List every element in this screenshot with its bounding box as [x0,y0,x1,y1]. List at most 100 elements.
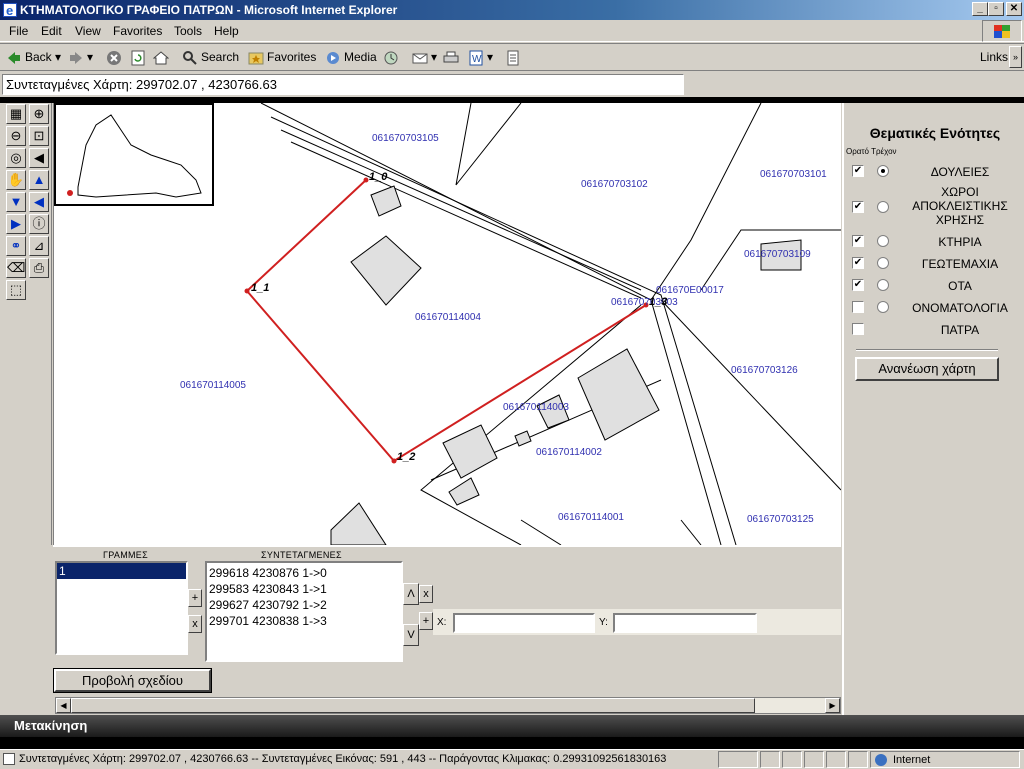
select-area-icon[interactable]: ⬚ [6,280,26,300]
links-button[interactable]: Links [980,48,1008,68]
pan-down-icon[interactable]: ▼ [6,192,26,212]
layer-visible-checkbox[interactable]: ✔ [852,235,864,247]
add-coordinate-button[interactable]: + [419,612,433,630]
coordinate-item[interactable]: 299627 4230792 1->2 [209,597,401,613]
menu-tools[interactable]: Tools [174,24,202,38]
find-binoculars-icon[interactable]: ⚭ [6,236,26,256]
minimize-button[interactable]: _ [972,2,988,16]
maximize-button[interactable]: ▫ [988,2,1004,16]
ie-icon [3,1,17,21]
layer-visible-checkbox[interactable] [852,301,864,313]
print-map-icon[interactable]: ⎙ [29,258,49,278]
layer-current-radio[interactable] [877,201,889,213]
layer-label: ΓΕΩΤΕΜΑΧΙΑ [921,257,999,271]
edit-button[interactable]: W ▾ [468,48,493,68]
map-coordinates-field[interactable]: Συντεταγμένες Χάρτη: 299702.07 , 4230766… [2,74,684,95]
info-icon[interactable]: ⓘ [29,214,49,234]
layer-visible-checkbox[interactable]: ✔ [852,279,864,291]
coordinate-item[interactable]: 299618 4230876 1->0 [209,565,401,581]
parcel-label: 061670703109 [744,249,811,260]
media-button[interactable]: Media [325,48,377,68]
home-button[interactable] [153,48,172,68]
zoom-in-icon[interactable]: ⊕ [29,104,49,124]
status-segment [826,751,846,768]
layer-current-radio[interactable] [877,165,889,177]
scroll-thumb[interactable] [71,698,755,713]
move-up-button[interactable]: Λ [403,583,419,605]
parcel-label: 061670Ε00017 [656,285,724,296]
parcel-label: 061670114002 [536,447,602,458]
stop-button[interactable] [106,48,125,68]
add-line-button[interactable]: + [188,589,202,607]
refresh-icon [131,50,145,66]
forward-button[interactable]: ▾ [68,48,93,68]
parcel-label: 061670114003 [503,402,569,413]
scroll-left-icon[interactable]: ◀ [56,698,71,713]
history-button[interactable] [383,48,402,68]
close-button[interactable]: ✕ [1006,2,1022,16]
measure-icon[interactable]: ⊿ [29,236,49,256]
layer-visible-checkbox[interactable]: ✔ [852,257,864,269]
layer-current-radio[interactable] [877,257,889,269]
refresh-map-button[interactable]: Ανανέωση χάρτη [855,357,999,381]
parcel-label: 061670114004 [415,312,481,323]
layer-visible-checkbox[interactable]: ✔ [852,201,864,213]
map-tools-palette: ▦ ⊕ ⊖ ⊡ ◎ ◀ ✋ ▲ ▼ ◀ ▶ ⓘ ⚭ ⊿ ⌫ ⎙ ⬚ [2,103,52,545]
search-button[interactable]: Search [182,48,239,68]
layer-visible-checkbox[interactable] [852,323,864,335]
layer-current-radio[interactable] [877,235,889,247]
delete-coordinate-button[interactable]: x [419,585,433,603]
links-chevron-icon[interactable]: » [1009,46,1022,68]
remove-line-button[interactable]: x [188,615,202,633]
zoom-window-icon[interactable]: ⊡ [29,126,49,146]
pan-left-icon[interactable]: ◀ [29,192,49,212]
coordinate-item[interactable]: 299701 4230838 1->3 [209,613,401,629]
horizontal-scrollbar[interactable]: ◀ ▶ [55,697,841,714]
x-label: X: [437,617,447,628]
pan-hand-icon[interactable]: ✋ [6,170,26,190]
zoom-select-icon[interactable]: ▦ [6,104,26,124]
eraser-icon[interactable]: ⌫ [6,258,26,278]
scroll-right-icon[interactable]: ▶ [825,698,840,713]
overview-map[interactable] [54,103,214,206]
menu-edit[interactable]: Edit [41,24,62,38]
windows-logo [982,20,1022,42]
forward-arrow-icon [70,51,82,64]
menu-file[interactable]: File [9,24,28,38]
x-input[interactable] [453,613,595,633]
refresh-button[interactable] [130,48,149,68]
menu-help[interactable]: Help [214,24,239,38]
menu-favorites[interactable]: Favorites [113,24,162,38]
back-button[interactable]: Back ▾ [6,48,61,68]
pan-right-icon[interactable]: ▶ [6,214,26,234]
favorites-button[interactable]: Favorites [248,48,316,68]
zoom-full-icon[interactable]: ◎ [6,148,26,168]
zoom-out-icon[interactable]: ⊖ [6,126,26,146]
mail-button[interactable]: ▾ [412,48,437,68]
discuss-button[interactable] [505,48,524,68]
word-edit-icon: W [469,50,483,66]
coordinate-item[interactable]: 299583 4230843 1->1 [209,581,401,597]
print-button[interactable] [443,48,462,68]
panel-title: Θεματικές Ενότητες [869,125,1001,141]
move-down-button[interactable]: V [403,624,419,646]
status-segment [848,751,868,768]
layer-visible-checkbox[interactable]: ✔ [852,165,864,177]
lines-listbox[interactable]: 1 [55,561,188,655]
y-input[interactable] [613,613,757,633]
status-segment [760,751,780,768]
layer-current-radio[interactable] [877,301,889,313]
layer-label: ΔΟΥΛΕΙΕΣ [930,165,990,179]
zone-label: Internet [893,754,931,766]
layer-current-radio[interactable] [877,279,889,291]
previous-extent-icon[interactable]: ◀ [29,148,49,168]
menu-view[interactable]: View [75,24,101,38]
coordinates-listbox[interactable]: 299618 4230876 1->0 299583 4230843 1->1 … [205,561,403,662]
layer-label: ΧΩΡΟΙ ΑΠΟΚΛΕΙΣΤΙΚΗΣ ΧΡΗΣΗΣ [912,185,1008,227]
separator [0,737,1024,749]
media-icon [327,51,339,64]
pan-up-icon[interactable]: ▲ [29,170,49,190]
view-plan-button[interactable]: Προβολή σχεδίου [53,668,212,693]
back-arrow-icon [8,51,20,64]
lines-list-item[interactable]: 1 [57,563,186,579]
